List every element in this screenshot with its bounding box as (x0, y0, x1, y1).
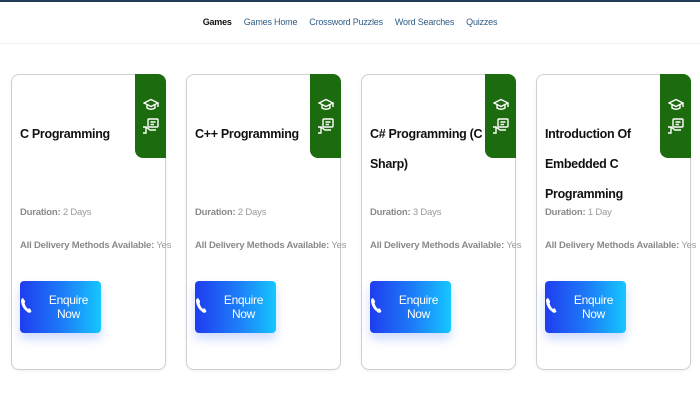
phone-icon (20, 297, 33, 317)
course-delivery: All Delivery Methods Available: Yes (370, 240, 521, 251)
course-title: C++ Programming (195, 127, 299, 141)
course-delivery: All Delivery Methods Available: Yes (545, 240, 696, 251)
delivery-label: All Delivery Methods Available: (20, 240, 155, 251)
course-duration: Duration: 1 Day (545, 207, 612, 218)
course-title: C Programming (20, 127, 110, 141)
course-delivery: All Delivery Methods Available: Yes (195, 240, 346, 251)
duration-label: Duration: (545, 207, 586, 218)
duration-label: Duration: (370, 207, 411, 218)
delivery-label: All Delivery Methods Available: (370, 240, 505, 251)
delivery-value: Yes (156, 240, 172, 251)
enquire-label: Enquire Now (48, 293, 89, 321)
nav-word-searches[interactable]: Word Searches (395, 17, 454, 27)
nav-games-home[interactable]: Games Home (244, 17, 298, 27)
duration-label: Duration: (195, 207, 236, 218)
course-delivery: All Delivery Methods Available: Yes (20, 240, 171, 251)
top-border (0, 0, 700, 2)
course-card: C# Programming (C Sharp) Duration: 3 Day… (361, 74, 521, 370)
nav-quizzes[interactable]: Quizzes (466, 17, 497, 27)
course-card: Introduction Of Embedded C Programming D… (536, 74, 696, 370)
enquire-now-button[interactable]: Enquire Now (195, 281, 276, 333)
delivery-value: Yes (681, 240, 697, 251)
nav-games[interactable]: Games (203, 17, 232, 27)
course-duration: Duration: 2 Days (20, 207, 91, 218)
duration-value: 2 Days (237, 207, 267, 218)
top-nav: Games Games Home Crossword Puzzles Word … (0, 10, 700, 34)
certificate-hand-icon (492, 118, 510, 134)
delivery-label: All Delivery Methods Available: (195, 240, 330, 251)
course-badge (135, 74, 166, 158)
course-title: C# Programming (C Sharp) (370, 127, 483, 171)
graduation-cap-icon (667, 98, 684, 112)
duration-label: Duration: (20, 207, 61, 218)
enquire-label: Enquire Now (398, 293, 439, 321)
course-duration: Duration: 2 Days (195, 207, 266, 218)
duration-value: 2 Days (62, 207, 92, 218)
enquire-label: Enquire Now (573, 293, 614, 321)
enquire-label: Enquire Now (223, 293, 264, 321)
delivery-value: Yes (331, 240, 347, 251)
graduation-cap-icon (492, 98, 509, 112)
course-badge (310, 74, 341, 158)
enquire-now-button[interactable]: Enquire Now (545, 281, 626, 333)
delivery-label: All Delivery Methods Available: (545, 240, 680, 251)
phone-icon (370, 297, 383, 317)
delivery-value: Yes (506, 240, 522, 251)
nav-divider (0, 43, 700, 44)
certificate-hand-icon (317, 118, 335, 134)
graduation-cap-icon (142, 98, 159, 112)
nav-crossword-puzzles[interactable]: Crossword Puzzles (309, 17, 383, 27)
course-title: Introduction Of Embedded C Programming (545, 127, 631, 201)
duration-value: 1 Day (587, 207, 612, 218)
course-badge (485, 74, 516, 158)
enquire-now-button[interactable]: Enquire Now (370, 281, 451, 333)
course-duration: Duration: 3 Days (370, 207, 441, 218)
phone-icon (545, 297, 558, 317)
phone-icon (195, 297, 208, 317)
course-card: C Programming Duration: 2 Days All Deliv… (11, 74, 171, 370)
duration-value: 3 Days (412, 207, 442, 218)
certificate-hand-icon (142, 118, 160, 134)
certificate-hand-icon (667, 118, 685, 134)
enquire-now-button[interactable]: Enquire Now (20, 281, 101, 333)
graduation-cap-icon (317, 98, 334, 112)
course-card: C++ Programming Duration: 2 Days All Del… (186, 74, 346, 370)
course-badge (660, 74, 691, 158)
